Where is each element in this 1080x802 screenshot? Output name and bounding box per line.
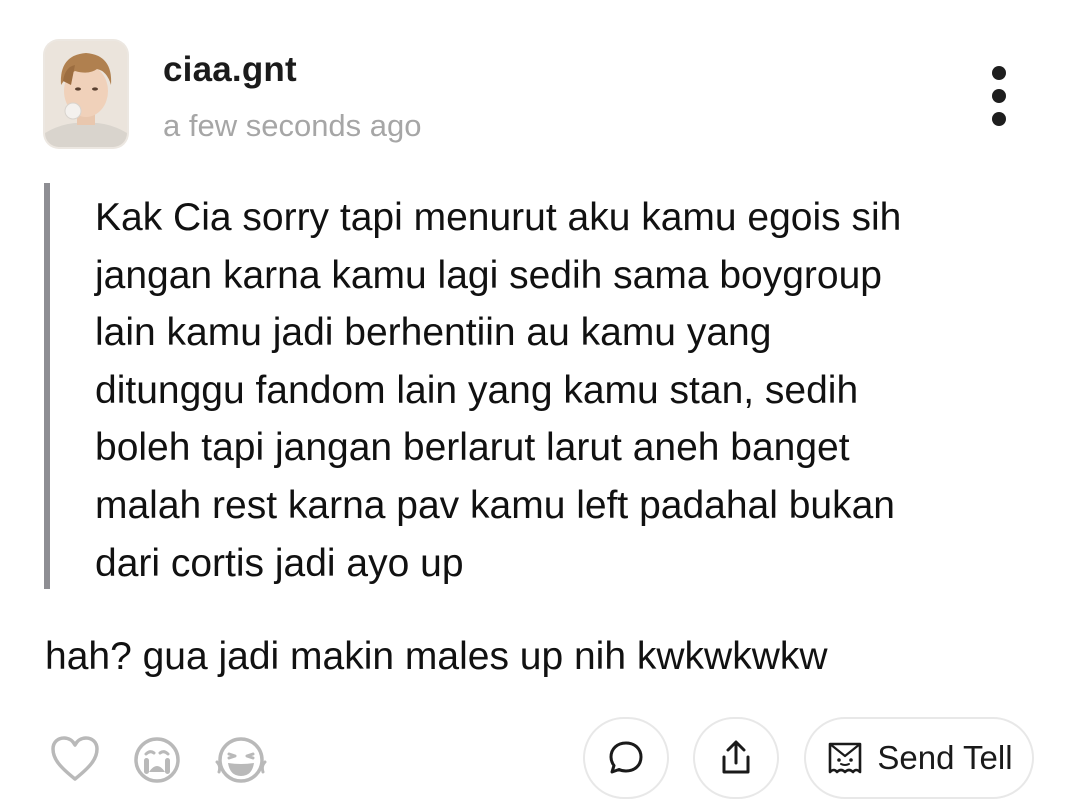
timestamp: a few seconds ago: [163, 108, 422, 143]
vertical-dots-icon: [992, 112, 1006, 126]
username[interactable]: ciaa.gnt: [163, 50, 297, 90]
share-icon: [722, 740, 750, 774]
comment-bubble-icon: [609, 741, 643, 774]
laugh-reaction-button[interactable]: [215, 736, 267, 784]
vertical-dots-icon: [992, 89, 1006, 103]
envelope-ghost-icon: [829, 742, 862, 774]
send-tell-button[interactable]: Send Tell: [804, 717, 1034, 799]
cry-reaction-button[interactable]: [133, 736, 181, 784]
quoted-message: Kak Cia sorry tapi menurut aku kamu egoi…: [95, 196, 902, 585]
vertical-dots-icon: [992, 66, 1006, 80]
post-card: ciaa.gnt a few seconds ago Kak Cia sorry…: [0, 0, 1080, 802]
send-tell-label: Send Tell: [877, 739, 1013, 776]
more-options-button[interactable]: [978, 60, 1020, 132]
comment-button[interactable]: [583, 717, 669, 799]
avatar-image: [45, 41, 127, 147]
heart-icon: [51, 736, 99, 781]
laughing-face-icon: [215, 737, 267, 783]
avatar[interactable]: [45, 41, 127, 147]
reply-text: hah? gua jadi makin males up nih kwkwkwk…: [45, 635, 828, 678]
share-button[interactable]: [693, 717, 779, 799]
crying-face-icon: [134, 737, 180, 783]
like-button[interactable]: [50, 735, 99, 783]
